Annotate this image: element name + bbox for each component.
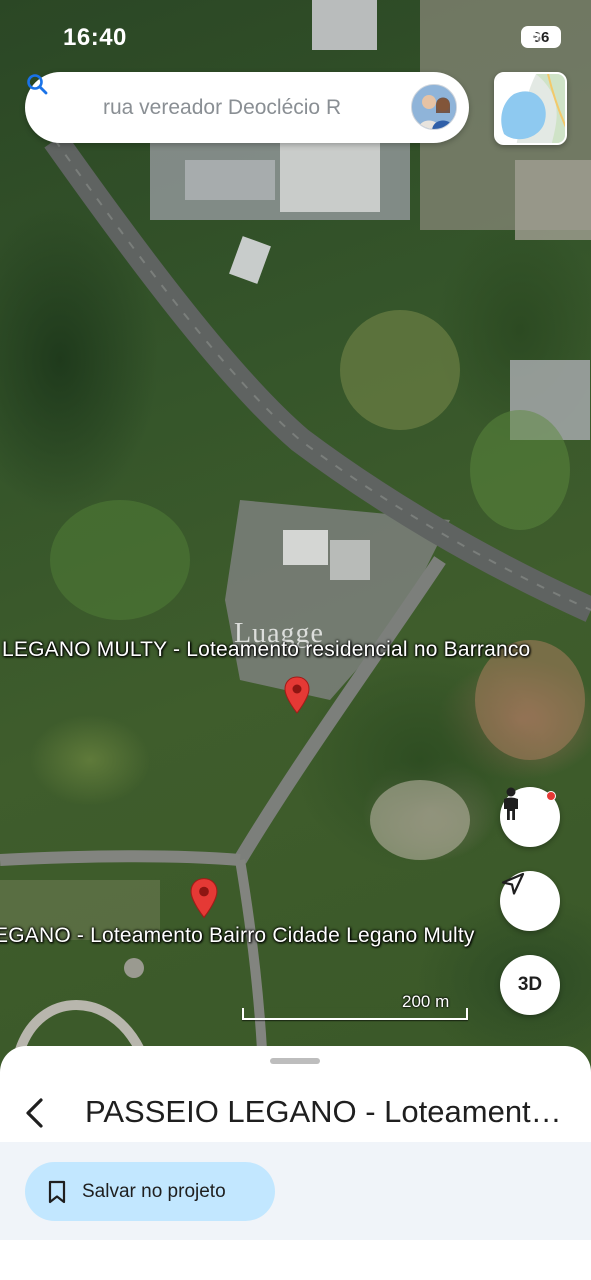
map-pin-icon[interactable] <box>284 676 310 714</box>
satellite-map[interactable]: Luagge LEGANO MULTY - Loteamento residen… <box>0 0 591 1080</box>
place-sheet[interactable]: PASSEIO LEGANO - Loteament… Salvar no pr… <box>0 1046 591 1280</box>
place-title: PASSEIO LEGANO - Loteament… <box>85 1094 562 1129</box>
search-bar[interactable]: rua vereador Deoclécio R <box>25 72 469 143</box>
person-icon <box>504 787 518 820</box>
avatar-photo <box>412 85 456 129</box>
sheet-drag-handle[interactable] <box>270 1058 320 1064</box>
navigation-arrow-icon <box>501 872 525 895</box>
wifi-icon <box>521 27 545 43</box>
notification-dot <box>546 791 556 801</box>
bookmark-icon <box>48 1180 66 1204</box>
status-time: 16:40 <box>63 24 127 51</box>
avatar[interactable] <box>411 84 457 130</box>
map-layers-button[interactable] <box>494 72 567 145</box>
place-label-cidade-legano[interactable]: EGANO - Loteamento Bairro Cidade Legano … <box>0 924 475 948</box>
street-view-button[interactable] <box>500 787 560 847</box>
action-strip: Salvar no projeto <box>0 1142 591 1240</box>
map-scale-bar <box>242 1008 468 1020</box>
save-to-project-button[interactable]: Salvar no projeto <box>25 1162 275 1221</box>
save-to-project-label: Salvar no projeto <box>82 1181 226 1202</box>
search-input[interactable]: rua vereador Deoclécio R <box>103 96 403 120</box>
back-arrow-icon[interactable] <box>20 1096 50 1130</box>
map-imagery <box>0 0 591 1053</box>
3d-button[interactable]: 3D <box>500 955 560 1015</box>
place-label-multy[interactable]: LEGANO MULTY - Loteamento residencial no… <box>2 638 530 662</box>
my-location-button[interactable] <box>500 871 560 931</box>
map-layers-icon <box>496 74 565 143</box>
status-icons: 66 <box>521 26 561 48</box>
selected-map-pin-icon[interactable] <box>190 876 218 920</box>
search-icon[interactable] <box>25 72 49 96</box>
